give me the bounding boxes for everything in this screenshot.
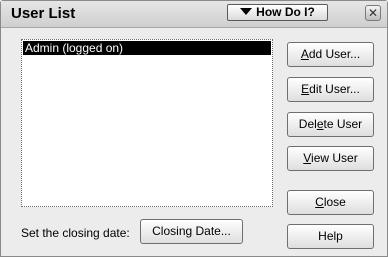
close-icon: ✕ xyxy=(367,6,379,20)
user-listbox[interactable]: Admin (logged on) xyxy=(21,39,273,207)
edit-user-button[interactable]: Edit User... xyxy=(287,77,374,102)
help-label: Help xyxy=(318,229,343,243)
delete-user-label-post: te User xyxy=(323,117,363,131)
view-user-mnemonic: V xyxy=(303,151,312,165)
closing-date-label: Set the closing date: xyxy=(21,226,130,240)
add-user-button[interactable]: Add User... xyxy=(287,42,374,67)
how-do-i-dropdown[interactable]: How Do I? xyxy=(227,4,328,21)
title-bar: User List How Do I? ✕ xyxy=(1,1,387,28)
user-item-label: Admin (logged on) xyxy=(25,41,124,55)
delete-user-button[interactable]: Delete User xyxy=(287,112,374,137)
edit-user-mnemonic: E xyxy=(301,82,310,96)
close-label-post: lose xyxy=(323,195,346,209)
how-do-i-label: How Do I? xyxy=(256,5,315,19)
dropdown-arrow-icon xyxy=(240,8,253,15)
add-user-label-post: dd User... xyxy=(308,47,361,61)
close-window-button[interactable]: ✕ xyxy=(365,5,381,21)
help-button[interactable]: Help xyxy=(287,224,374,249)
closing-date-button[interactable]: Closing Date... xyxy=(140,219,243,244)
close-mnemonic: C xyxy=(315,195,324,209)
close-button[interactable]: Close xyxy=(287,190,374,215)
delete-user-label-pre: Del xyxy=(298,117,317,131)
window-title: User List xyxy=(11,5,76,22)
view-user-button[interactable]: View User xyxy=(287,146,374,171)
add-user-mnemonic: A xyxy=(300,47,309,61)
list-item[interactable]: Admin (logged on) xyxy=(23,41,271,55)
edit-user-label-post: dit User... xyxy=(309,82,360,96)
delete-user-mnemonic: e xyxy=(316,117,324,131)
user-list-window: User List How Do I? ✕ Admin (logged on) … xyxy=(0,0,388,257)
closing-date-button-label: Closing Date... xyxy=(152,224,231,238)
view-user-label-post: iew User xyxy=(311,151,358,165)
